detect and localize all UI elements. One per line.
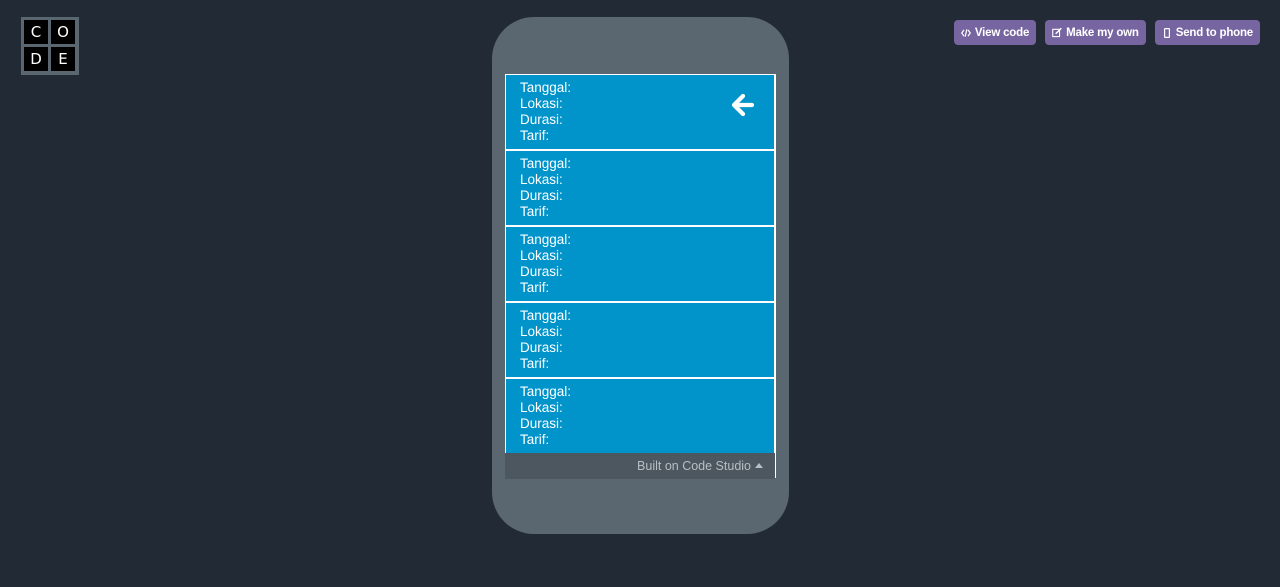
- tanggal-label: Tanggal:: [520, 156, 572, 171]
- tarif-label: Tarif:: [520, 432, 550, 447]
- tarif-label: Tarif:: [520, 280, 550, 295]
- code-icon: [961, 27, 971, 39]
- header-actions: View code Make my own Send to phone: [953, 20, 1260, 45]
- logo-letter-c: C: [24, 20, 48, 44]
- lokasi-label: Lokasi:: [520, 172, 563, 187]
- lokasi-label: Lokasi:: [520, 248, 563, 263]
- send-to-phone-button[interactable]: Send to phone: [1154, 20, 1260, 45]
- list-item[interactable]: Tanggal: Lokasi: Durasi: Tarif:: [506, 227, 774, 301]
- app-screen: Tanggal: Lokasi: Durasi: Tarif: Tanggal:…: [505, 74, 776, 478]
- lokasi-label: Lokasi:: [520, 400, 563, 415]
- durasi-label: Durasi:: [520, 188, 563, 203]
- make-my-own-button[interactable]: Make my own: [1045, 20, 1146, 45]
- code-org-logo[interactable]: C O D E: [21, 17, 79, 75]
- lokasi-label: Lokasi:: [520, 324, 563, 339]
- logo-letter-d: D: [24, 47, 48, 71]
- tanggal-label: Tanggal:: [520, 308, 572, 323]
- built-on-label: Built on Code Studio: [637, 459, 751, 473]
- send-to-phone-label: Send to phone: [1175, 26, 1253, 39]
- caret-up-icon: [755, 463, 763, 468]
- list-item[interactable]: Tanggal: Lokasi: Durasi: Tarif:: [506, 75, 774, 149]
- logo-letter-o: O: [51, 20, 75, 44]
- app-page: C O D E View code Make my own Send to ph…: [0, 0, 1280, 587]
- tanggal-label: Tanggal:: [520, 384, 572, 399]
- view-code-label: View code: [974, 26, 1030, 39]
- durasi-label: Durasi:: [520, 416, 563, 431]
- phone-frame: Tanggal: Lokasi: Durasi: Tarif: Tanggal:…: [492, 17, 789, 534]
- tarif-label: Tarif:: [520, 356, 550, 371]
- edit-icon: [1052, 27, 1062, 39]
- list-item[interactable]: Tanggal: Lokasi: Durasi: Tarif:: [506, 303, 774, 377]
- tanggal-label: Tanggal:: [520, 232, 572, 247]
- back-arrow-icon[interactable]: [730, 93, 755, 117]
- built-on-code-studio-bar[interactable]: Built on Code Studio: [505, 453, 775, 479]
- logo-letter-e: E: [51, 47, 75, 71]
- durasi-label: Durasi:: [520, 340, 563, 355]
- view-code-button[interactable]: View code: [953, 20, 1037, 45]
- phone-icon: [1162, 27, 1172, 39]
- list-item[interactable]: Tanggal: Lokasi: Durasi: Tarif:: [506, 379, 774, 453]
- tarif-label: Tarif:: [520, 204, 550, 219]
- durasi-label: Durasi:: [520, 264, 563, 279]
- list-item[interactable]: Tanggal: Lokasi: Durasi: Tarif:: [506, 151, 774, 225]
- make-my-own-label: Make my own: [1066, 26, 1139, 39]
- tarif-label: Tarif:: [520, 128, 550, 143]
